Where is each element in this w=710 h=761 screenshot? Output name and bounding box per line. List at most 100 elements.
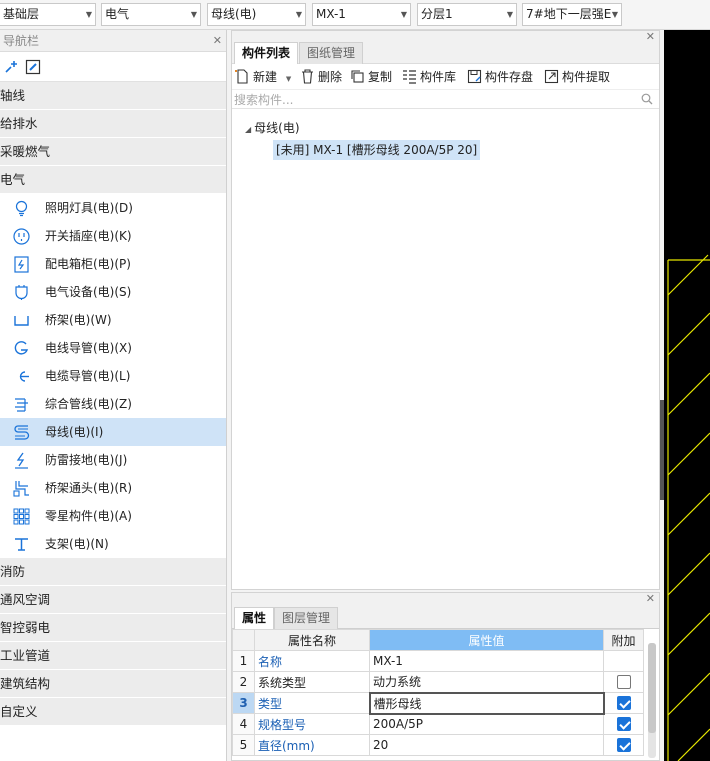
nav-category[interactable]: 给排水 [0, 110, 226, 138]
nav-category[interactable]: 工业管道 [0, 642, 226, 670]
tab-properties[interactable]: 属性 [234, 607, 275, 629]
extract-button-label: 构件提取 [562, 70, 611, 84]
nav-category-electrical[interactable]: 电气 [0, 166, 226, 194]
extra-checkbox[interactable] [616, 675, 631, 690]
close-icon[interactable]: ✕ [646, 30, 655, 43]
tab-layer-management[interactable]: 图层管理 [274, 607, 339, 629]
copy-button[interactable]: 复制 [350, 68, 392, 86]
nav-tools [0, 52, 226, 82]
nav-item-switch-socket[interactable]: 开关插座(电)(K) [0, 222, 226, 250]
extract-component-button[interactable]: 构件提取 [544, 68, 610, 86]
tab-component-list[interactable]: 构件列表 [234, 42, 299, 64]
property-value[interactable]: 动力系统 [369, 671, 604, 693]
pipeline-icon [15, 398, 28, 412]
navigation-panel: 导航栏 ✕ 轴线 给排水 采暖燃气 电气 照明灯具(电)(D) 开关插座(电)(… [0, 30, 227, 761]
nav-category[interactable]: 建筑结构 [0, 670, 226, 698]
bracket-icon [15, 538, 28, 551]
property-value[interactable]: MX-1 [369, 650, 604, 672]
scrollbar-thumb[interactable] [648, 643, 656, 733]
add-icon[interactable] [3, 59, 19, 75]
floor-select[interactable]: 基础层 ▼ [0, 3, 96, 26]
nav-category[interactable]: 轴线 [0, 82, 226, 110]
properties-scrollbar[interactable] [648, 643, 656, 758]
header-extra: 附加 [603, 629, 644, 651]
search-icon[interactable] [641, 93, 653, 105]
nav-item-misc-components[interactable]: 零星构件(电)(A) [0, 502, 226, 530]
nav-category[interactable]: 采暖燃气 [0, 138, 226, 166]
tree-node-mx1[interactable]: [未用] MX-1 [槽形母线 200A/5P 20] [273, 140, 481, 160]
properties-table: 属性名称 属性值 附加 1 名称 MX-1 2 系统类型 动力系统 3 类型 槽… [232, 629, 644, 756]
search-placeholder: 搜索构件... [234, 93, 294, 107]
row-index: 4 [232, 713, 255, 735]
extra-checkbox[interactable] [616, 738, 631, 753]
tree-root[interactable]: ◢ 母线(电) [245, 119, 300, 136]
property-extra [603, 713, 644, 735]
nav-item-bracket[interactable]: 支架(电)(N) [0, 530, 226, 558]
library-button[interactable]: 构件库 [402, 68, 456, 86]
discipline-select[interactable]: 电气 ▼ [101, 3, 201, 26]
property-name: 类型 [254, 692, 370, 714]
properties-tabs: ✕ 属性 图层管理 [232, 592, 659, 629]
category-select[interactable]: 母线(电) ▼ [207, 3, 306, 26]
header-name-label: 属性名称 [287, 633, 336, 648]
socket-icon [13, 228, 30, 245]
close-icon[interactable]: ✕ [213, 30, 222, 52]
extra-checkbox[interactable] [616, 717, 631, 732]
component-search[interactable]: 搜索构件... [232, 90, 659, 109]
nav-item-label: 电线导管(电)(X) [45, 341, 132, 355]
nav-item-label: 零星构件(电)(A) [45, 509, 132, 523]
device-icon [15, 285, 28, 300]
delete-button[interactable]: 删除 [300, 68, 342, 86]
panel-box-icon [14, 256, 29, 273]
close-icon[interactable]: ✕ [646, 592, 655, 605]
property-value[interactable]: 200A/5P [369, 713, 604, 735]
nav-item-lighting[interactable]: 照明灯具(电)(D) [0, 194, 226, 222]
property-value-editing[interactable]: 槽形母线 [368, 691, 605, 715]
nav-category-label: 建筑结构 [0, 676, 51, 691]
collapse-triangle-icon[interactable]: ◢ [245, 125, 251, 134]
nav-item-label: 开关插座(电)(K) [45, 229, 132, 243]
tab-label: 构件列表 [242, 46, 291, 60]
nav-item-cable-conduit[interactable]: 电缆导管(电)(L) [0, 362, 226, 390]
nav-category-label: 给排水 [0, 116, 38, 131]
table-row[interactable]: 1 名称 MX-1 [232, 650, 644, 672]
tab-drawing-management[interactable]: 图纸管理 [299, 42, 364, 64]
nav-item-busbar[interactable]: 母线(电)(I) [0, 418, 226, 446]
nav-category[interactable]: 自定义 [0, 698, 226, 726]
nav-item-integrated-pipeline[interactable]: 综合管线(电)(Z) [0, 390, 226, 418]
property-name: 名称 [254, 650, 370, 672]
edit-icon[interactable] [25, 59, 41, 75]
layer-select[interactable]: 分层1 ▼ [417, 3, 517, 26]
table-row-selected[interactable]: 3 类型 槽形母线 [232, 691, 644, 715]
extra-checkbox[interactable] [616, 696, 631, 711]
nav-item-electrical-device[interactable]: 电气设备(电)(S) [0, 278, 226, 306]
header-name: 属性名称 [254, 629, 370, 651]
nav-item-wire-conduit[interactable]: 电线导管(电)(X) [0, 334, 226, 362]
drawing-select[interactable]: 7#地下一层强E ▼ [522, 3, 622, 26]
nav-item-tray-fitting[interactable]: 桥架通头(电)(R) [0, 474, 226, 502]
table-row[interactable]: 2 系统类型 动力系统 [232, 671, 644, 693]
nav-category-label: 通风空调 [0, 592, 51, 607]
property-name: 规格型号 [254, 713, 370, 735]
property-name: 系统类型 [254, 671, 370, 693]
cable-conduit-icon [19, 371, 29, 382]
table-row[interactable]: 4 规格型号 200A/5P [232, 713, 644, 735]
nav-category-label: 自定义 [0, 704, 38, 719]
component-select[interactable]: MX-1 ▼ [312, 3, 411, 26]
nav-category[interactable]: 智控弱电 [0, 614, 226, 642]
property-value[interactable]: 20 [369, 734, 604, 756]
nav-category[interactable]: 消防 [0, 558, 226, 586]
chevron-down-icon: ▼ [285, 75, 292, 83]
new-button[interactable]: 新建 ▼ [235, 68, 291, 86]
table-row[interactable]: 5 直径(mm) 20 [232, 734, 644, 756]
nav-item-distribution-box[interactable]: 配电箱柜(电)(P) [0, 250, 226, 278]
nav-item-cable-tray[interactable]: 桥架(电)(W) [0, 306, 226, 334]
tree-root-label: 母线(电) [254, 121, 300, 135]
nav-item-label: 照明灯具(电)(D) [45, 201, 133, 215]
component-tabs: ✕ 构件列表 图纸管理 [232, 30, 659, 64]
save-component-button[interactable]: 构件存盘 [467, 68, 533, 86]
drawing-canvas[interactable] [664, 30, 710, 761]
nav-item-lightning-grounding[interactable]: 防雷接地(电)(J) [0, 446, 226, 474]
nav-category[interactable]: 通风空调 [0, 586, 226, 614]
trash-icon [302, 69, 313, 84]
